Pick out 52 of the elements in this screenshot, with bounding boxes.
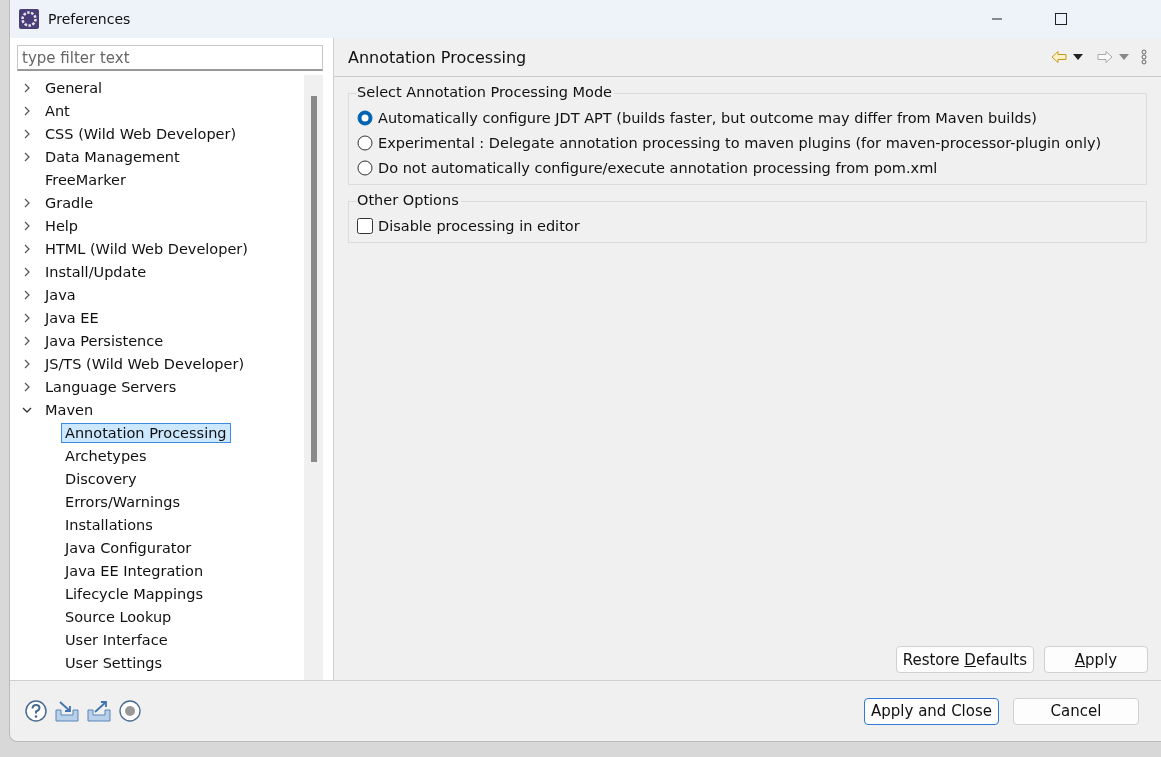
tree-item[interactable]: Language Servers — [41, 376, 181, 397]
tree-item[interactable]: Data Management — [41, 146, 184, 167]
tree-item[interactable]: Lifecycle Mappings — [61, 583, 207, 604]
radio-button[interactable] — [357, 134, 373, 151]
checkbox[interactable] — [357, 217, 373, 234]
scrollbar[interactable] — [304, 75, 323, 680]
radio-button[interactable] — [357, 159, 373, 176]
tree-item[interactable]: Source Lookup — [61, 606, 176, 627]
maximize-icon[interactable] — [1055, 13, 1067, 25]
radio-button[interactable] — [357, 109, 373, 126]
tree-item[interactable]: Java EE — [41, 307, 103, 328]
tree-item[interactable]: Annotation Processing — [61, 422, 231, 443]
export-icon[interactable] — [87, 700, 111, 722]
tree-item[interactable]: Installations — [61, 514, 157, 535]
menu-icon[interactable] — [1141, 49, 1147, 65]
tree-item[interactable]: Archetypes — [61, 445, 151, 466]
tree-item[interactable]: User Settings — [61, 652, 167, 673]
tree-item[interactable]: Help — [41, 215, 83, 236]
tree-item[interactable]: Discovery — [61, 468, 141, 489]
import-icon[interactable] — [55, 700, 79, 722]
apply-button[interactable]: Apply — [1044, 646, 1148, 673]
tree-item[interactable]: Java Persistence — [41, 330, 168, 351]
checkbox-label[interactable]: Disable processing in editor — [378, 217, 580, 234]
radio-label[interactable]: Automatically configure JDT APT (builds faster, but outcome may differ from Maven builds) — [378, 109, 1037, 126]
tree-item[interactable]: Install/Update — [41, 261, 151, 282]
tree-item[interactable]: JS/TS (Wild Web Developer) — [41, 353, 249, 374]
record-icon[interactable] — [119, 700, 141, 722]
tree-item[interactable]: Errors/Warnings — [61, 491, 184, 512]
group-title: Select Annotation Processing Mode — [357, 84, 614, 100]
tree-item[interactable]: FreeMarker — [41, 169, 130, 190]
window-title: Preferences — [48, 11, 132, 27]
apply-and-close-button[interactable]: Apply and Close — [864, 697, 999, 725]
tree-item[interactable]: Ant — [41, 100, 74, 121]
tree-item[interactable]: Java EE Integration — [61, 560, 208, 581]
tree-item[interactable]: Gradle — [41, 192, 98, 213]
radio-label[interactable]: Experimental : Delegate annotation processing to maven plugins (for maven-processor-plugin only) — [378, 134, 1102, 151]
restore-defaults-button[interactable]: Restore Defaults — [895, 646, 1034, 673]
tree-item[interactable]: Java Configurator — [61, 537, 196, 558]
dropdown-icon[interactable] — [1073, 54, 1083, 60]
help-icon[interactable] — [25, 700, 47, 722]
tree-item[interactable]: HTML (Wild Web Developer) — [41, 238, 252, 259]
tree-item[interactable]: Maven — [41, 399, 98, 420]
tree-item[interactable]: General — [41, 77, 107, 98]
filter-field[interactable]: type filter text — [17, 45, 323, 71]
tree-item[interactable]: Java — [41, 284, 80, 305]
page-title: Annotation Processing — [348, 47, 528, 67]
gear-icon — [18, 8, 40, 30]
tree-item[interactable]: User Interface — [61, 629, 172, 650]
group-title: Other Options — [357, 192, 461, 208]
tree-item[interactable]: CSS (Wild Web Developer) — [41, 123, 241, 144]
cancel-button[interactable]: Cancel — [1013, 697, 1139, 725]
radio-label[interactable]: Do not automatically configure/execute annotation processing from pom.xml — [378, 159, 938, 176]
